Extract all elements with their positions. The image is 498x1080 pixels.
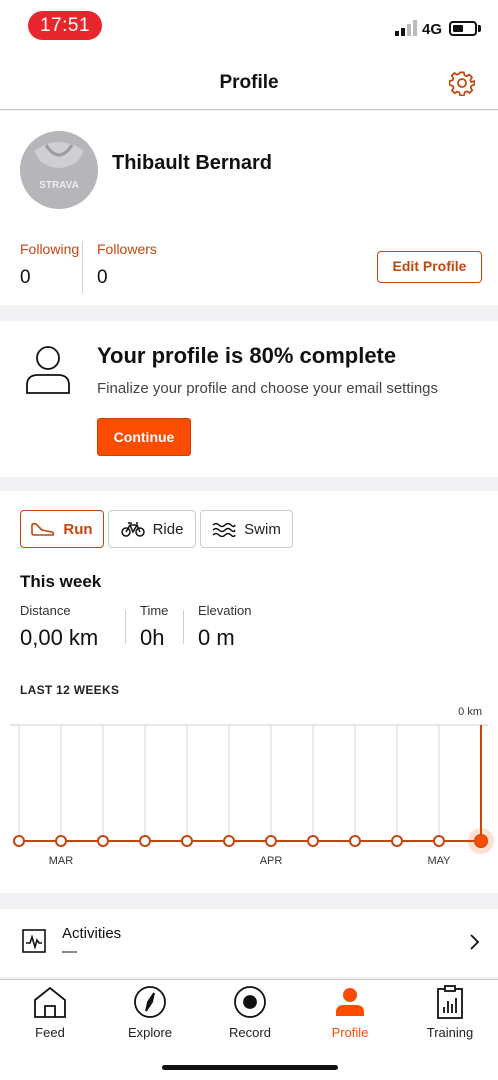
battery-tip [478, 25, 481, 32]
person-icon [26, 346, 70, 394]
nav-training[interactable]: Training [410, 985, 490, 1047]
chart-point [433, 835, 445, 847]
edit-profile-button[interactable]: Edit Profile [377, 251, 482, 283]
battery-icon [449, 21, 477, 36]
chart-point [97, 835, 109, 847]
tab-run-label: Run [63, 520, 93, 538]
home-indicator [162, 1065, 338, 1070]
nav-profile-label: Profile [331, 1025, 369, 1040]
elevation-label: Elevation [198, 603, 252, 618]
waves-icon [212, 522, 236, 537]
chart-point-highlight [474, 834, 488, 848]
profile-card: STRAVA Thibault Bernard Following 0 Foll… [0, 111, 498, 305]
chevron-right-icon [470, 934, 480, 950]
continue-button[interactable]: Continue [97, 418, 191, 456]
stat-divider [82, 241, 83, 293]
stat-divider [183, 610, 184, 644]
nav-training-label: Training [426, 1025, 474, 1040]
nav-record[interactable]: Record [210, 985, 290, 1047]
nav-feed-label: Feed [35, 1025, 65, 1040]
chart-y-max-label: 0 km [458, 706, 482, 718]
athlete-name: Thibault Bernard [112, 152, 273, 174]
distance-value: 0,00 km [20, 625, 99, 650]
tab-swim[interactable]: Swim [200, 510, 293, 548]
home-icon [34, 986, 66, 1018]
chart-x-tick-label: MAY [427, 855, 451, 867]
activities-label: Activities [62, 925, 122, 942]
chart-x-tick-label: APR [260, 855, 283, 867]
header: Profile [0, 52, 498, 110]
chart-point [307, 835, 319, 847]
status-time: 17:51 [28, 11, 102, 40]
compass-icon [134, 986, 166, 1018]
completion-title: Your profile is 80% complete [97, 343, 397, 368]
record-icon [234, 986, 266, 1018]
activities-row[interactable]: Activities — [0, 909, 498, 977]
following-count[interactable]: 0 [20, 267, 31, 289]
chart-point [223, 835, 235, 847]
chart-point [139, 835, 151, 847]
elevation-value: 0 m [198, 625, 235, 650]
activities-count: — [62, 943, 77, 960]
activity-chart-icon [22, 929, 46, 953]
time-label: Time [140, 603, 169, 618]
avatar[interactable]: STRAVA [20, 131, 98, 209]
tab-swim-label: Swim [244, 520, 281, 538]
page-title: Profile [219, 72, 279, 93]
time-value: 0h [140, 625, 165, 650]
signal-icon [395, 20, 417, 36]
completion-subtitle: Finalize your profile and choose your em… [97, 380, 439, 397]
stat-divider [125, 610, 126, 644]
weekly-distance-chart[interactable]: MAR APR MAY [0, 721, 498, 881]
chart-point [55, 835, 67, 847]
nav-profile[interactable]: Profile [310, 985, 390, 1047]
nav-explore[interactable]: Explore [110, 985, 190, 1047]
chart-point [265, 835, 277, 847]
profile-icon [336, 988, 364, 1016]
network-type: 4G [422, 21, 443, 38]
svg-text:STRAVA: STRAVA [39, 180, 79, 191]
weekly-stats-card: Run Ride Swim This week Distance 0,00 km… [0, 491, 498, 893]
nav-explore-label: Explore [127, 1025, 173, 1040]
shoe-icon [31, 522, 55, 536]
chart-x-tick-label: MAR [49, 855, 74, 867]
distance-label: Distance [20, 603, 71, 618]
profile-completion-card: Your profile is 80% complete Finalize yo… [0, 321, 498, 477]
chart-point [391, 835, 403, 847]
gear-icon[interactable] [449, 70, 475, 96]
followers-label[interactable]: Followers [97, 241, 157, 257]
chart-title: LAST 12 WEEKS [20, 683, 120, 697]
avatar-placeholder-icon: STRAVA [20, 131, 98, 209]
chart-point [181, 835, 193, 847]
this-week-heading: This week [20, 572, 102, 591]
chart-point [349, 835, 361, 847]
following-label[interactable]: Following [20, 241, 79, 257]
nav-record-label: Record [229, 1025, 271, 1040]
bike-icon [120, 522, 145, 537]
tab-ride[interactable]: Ride [108, 510, 196, 548]
tab-ride-label: Ride [152, 520, 184, 538]
chart-point [13, 835, 25, 847]
nav-feed[interactable]: Feed [10, 985, 90, 1047]
followers-count[interactable]: 0 [97, 267, 108, 289]
clipboard-chart-icon [437, 985, 463, 1019]
tab-run[interactable]: Run [20, 510, 104, 548]
